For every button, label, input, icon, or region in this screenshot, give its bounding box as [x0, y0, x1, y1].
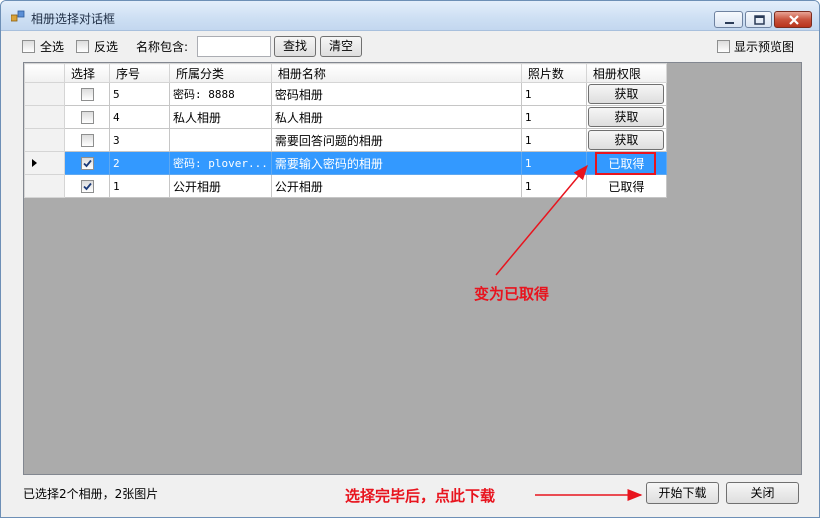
invert-selection-label[interactable]: 反选: [94, 38, 118, 55]
minimize-button[interactable]: [714, 11, 743, 28]
maximize-icon: [754, 15, 765, 25]
clear-button[interactable]: 清空: [320, 36, 362, 57]
search-button[interactable]: 查找: [274, 36, 316, 57]
select-all-checkbox[interactable]: [22, 40, 35, 53]
annotation-became-obtained: 变为已取得: [474, 285, 550, 303]
close-button[interactable]: 关闭: [726, 482, 799, 504]
arrow-to-permission: [495, 164, 588, 276]
album-select-dialog: 相册选择对话框 全选 反选 名称包含: 查找 清空 显示预览图 选择 序号 所属…: [0, 0, 820, 518]
selection-status: 已选择2个相册，2张图片: [23, 487, 159, 501]
arrow-to-download: [535, 489, 643, 501]
close-icon: [789, 15, 799, 25]
toolbar: 全选 反选 名称包含: 查找 清空 显示预览图: [1, 33, 819, 59]
show-preview-label[interactable]: 显示预览图: [734, 38, 794, 55]
show-preview-checkbox[interactable]: [717, 40, 730, 53]
maximize-button[interactable]: [745, 11, 772, 28]
title-bar[interactable]: 相册选择对话框: [1, 1, 819, 31]
name-contains-label: 名称包含:: [136, 40, 189, 54]
window-title: 相册选择对话框: [31, 12, 116, 26]
close-window-button[interactable]: [774, 11, 812, 28]
name-filter-input[interactable]: [197, 36, 271, 57]
start-download-button[interactable]: 开始下载: [646, 482, 719, 504]
annotation-click-download: 选择完毕后，点此下载: [345, 487, 496, 505]
invert-selection-checkbox[interactable]: [76, 40, 89, 53]
minimize-icon: [725, 22, 734, 24]
app-icon: [11, 10, 25, 22]
select-all-label[interactable]: 全选: [40, 38, 64, 55]
album-grid[interactable]: 选择 序号 所属分类 相册名称 照片数 相册权限 5 密码: 8888 密码相册 1 获…: [23, 62, 802, 475]
annotation-arrows: [495, 164, 588, 276]
